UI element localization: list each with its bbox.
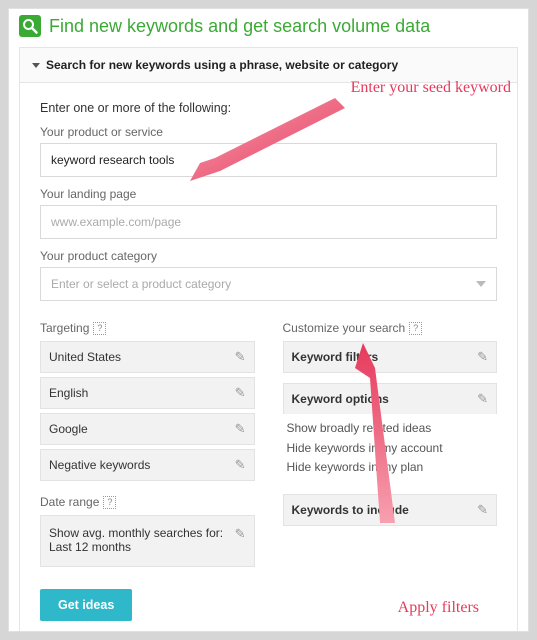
pencil-icon: ✎ [235,526,246,542]
panel-header: Find new keywords and get search volume … [9,9,528,47]
keyword-filters-chip[interactable]: Keyword filters ✎ [283,341,498,373]
category-placeholder: Enter or select a product category [51,277,231,291]
targeting-label: Targeting ? [40,321,255,335]
targeting-negative-keywords[interactable]: Negative keywords ✎ [40,449,255,481]
keyword-options-list: Show broadly related ideas Hide keywords… [283,414,498,486]
targeting-location[interactable]: United States ✎ [40,341,255,373]
keyword-planner-panel: Find new keywords and get search volume … [8,8,529,632]
caret-down-icon [32,63,40,68]
product-input[interactable] [40,143,497,177]
option-hide-in-account: Hide keywords in my account [287,439,494,458]
pencil-icon: ✎ [235,385,246,401]
product-label: Your product or service [40,125,497,139]
help-icon[interactable]: ? [93,322,106,335]
search-icon [19,15,41,37]
panel-title: Find new keywords and get search volume … [49,16,430,37]
pencil-icon: ✎ [477,502,488,518]
pencil-icon: ✎ [235,457,246,473]
help-icon[interactable]: ? [409,322,422,335]
keyword-options-chip[interactable]: Keyword options ✎ [283,383,498,414]
keywords-to-include-chip[interactable]: Keywords to include ✎ [283,494,498,526]
product-category-select[interactable]: Enter or select a product category [40,267,497,301]
option-broadly-related: Show broadly related ideas [287,419,494,438]
pencil-icon: ✎ [477,349,488,365]
chevron-down-icon [476,281,486,287]
pencil-icon: ✎ [235,349,246,365]
landing-page-input[interactable] [40,205,497,239]
intro-label: Enter one or more of the following: [40,101,497,115]
accordion-search-new-keywords[interactable]: Search for new keywords using a phrase, … [19,47,518,83]
landing-label: Your landing page [40,187,497,201]
accordion-content: Enter one or more of the following: Your… [19,83,518,632]
option-hide-in-plan: Hide keywords in my plan [287,458,494,477]
category-label: Your product category [40,249,497,263]
accordion-title: Search for new keywords using a phrase, … [46,58,398,72]
help-icon[interactable]: ? [103,496,116,509]
annotation-apply-filters: Apply filters [398,599,479,617]
pencil-icon: ✎ [477,391,488,407]
customize-label: Customize your search ? [283,321,498,335]
pencil-icon: ✎ [235,421,246,437]
date-range-label: Date range ? [40,495,255,509]
get-ideas-button[interactable]: Get ideas [40,589,132,621]
date-range-chip[interactable]: Show avg. monthly searches for: Last 12 … [40,515,255,567]
targeting-language[interactable]: English ✎ [40,377,255,409]
targeting-network[interactable]: Google ✎ [40,413,255,445]
